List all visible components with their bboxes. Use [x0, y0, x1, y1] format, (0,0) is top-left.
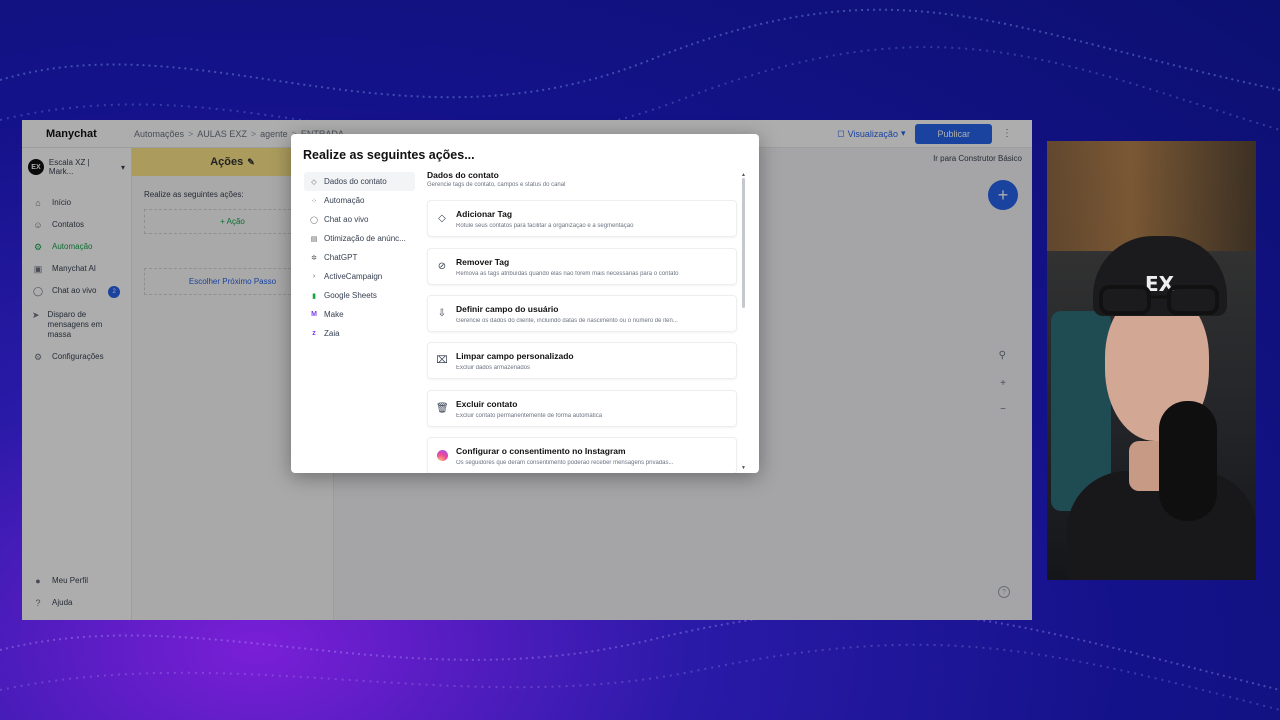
category-automacao[interactable]: ⁘ Automação	[304, 191, 415, 210]
action-definir-campo[interactable]: ⇩ Definir campo do usuário Gerencie os d…	[427, 295, 737, 332]
category-chat-ao-vivo[interactable]: ◯ Chat ao vivo	[304, 210, 415, 229]
field-icon: ⇩	[437, 308, 447, 319]
category-make[interactable]: M Make	[304, 305, 415, 324]
action-title: Excluir contato	[456, 399, 518, 409]
action-description: Rotule seus contatos para facilitar a or…	[456, 223, 634, 229]
section-title: Dados do contato	[427, 170, 499, 180]
clear-field-icon: ⌧	[436, 355, 448, 366]
action-description: Gerencie os dados do cliente, incluindo …	[456, 318, 678, 324]
trash-icon: 🗑	[436, 403, 449, 414]
action-picker-modal: Realize as seguintes ações... ◇ Dados do…	[291, 134, 759, 473]
tag-icon: ◇	[311, 178, 317, 186]
modal-title: Realize as seguintes ações...	[303, 148, 475, 162]
section-subtitle: Gerencie tags de contato, campos e statu…	[427, 182, 566, 188]
category-chatgpt[interactable]: ✲ ChatGPT	[304, 248, 415, 267]
category-list: ◇ Dados do contato ⁘ Automação ◯ Chat ao…	[304, 172, 415, 343]
microphone	[1159, 401, 1217, 521]
category-label: Dados do contato	[324, 177, 387, 186]
category-label: ChatGPT	[324, 253, 358, 262]
action-title: Configurar o consentimento no Instagram	[456, 446, 626, 456]
category-zaia[interactable]: z Zaia	[304, 324, 415, 343]
action-title: Adicionar Tag	[456, 209, 513, 219]
category-label: Chat ao vivo	[324, 215, 369, 224]
glasses-icon	[1099, 285, 1219, 315]
category-label: Automação	[324, 196, 365, 205]
action-title: Remover Tag	[456, 257, 510, 267]
action-description: Excluir dados armazenados	[456, 365, 531, 371]
chat-icon: ◯	[310, 216, 318, 224]
zaia-icon: z	[312, 330, 316, 337]
category-label: Zaia	[324, 329, 340, 338]
action-remover-tag[interactable]: ⊘ Remover Tag Remova as tags atribuídas …	[427, 248, 737, 285]
chatgpt-icon: ✲	[311, 254, 317, 262]
action-limpar-campo[interactable]: ⌧ Limpar campo personalizado Excluir dad…	[427, 342, 737, 379]
scroll-down-arrow-icon[interactable]: ▼	[741, 465, 746, 471]
action-description: Excluir contato permanentemente de forma…	[456, 413, 603, 419]
category-label: Make	[324, 310, 344, 319]
activecampaign-icon: ›	[312, 273, 316, 280]
category-google-sheets[interactable]: ▮ Google Sheets	[304, 286, 415, 305]
action-excluir-contato[interactable]: 🗑 Excluir contato Excluir contato perman…	[427, 390, 737, 427]
category-label: Google Sheets	[324, 291, 377, 300]
action-consentimento-instagram[interactable]: Configurar o consentimento no Instagram …	[427, 437, 737, 473]
action-content: Dados do contato Gerencie tags de contat…	[427, 170, 739, 473]
automation-icon: ⁘	[311, 197, 317, 205]
ads-icon: ▤	[310, 235, 318, 243]
action-description: Remova as tags atribuídas quando elas nã…	[456, 271, 679, 277]
instagram-icon	[436, 450, 448, 464]
scrollbar-thumb[interactable]	[742, 178, 745, 308]
make-icon: M	[311, 311, 317, 318]
category-label: ActiveCampaign	[324, 272, 383, 281]
tag-remove-icon: ⊘	[437, 261, 447, 272]
sheets-icon: ▮	[312, 292, 316, 300]
action-title: Definir campo do usuário	[456, 304, 559, 314]
action-title: Limpar campo personalizado	[456, 351, 574, 361]
category-dados-do-contato[interactable]: ◇ Dados do contato	[304, 172, 415, 191]
category-label: Otimização de anúnc...	[324, 234, 406, 243]
action-adicionar-tag[interactable]: ◇ Adicionar Tag Rotule seus contatos par…	[427, 200, 737, 237]
webcam-overlay: EX	[1047, 141, 1256, 580]
category-otimizacao-anuncios[interactable]: ▤ Otimização de anúnc...	[304, 229, 415, 248]
category-activecampaign[interactable]: › ActiveCampaign	[304, 267, 415, 286]
tag-icon: ◇	[438, 213, 446, 224]
background-shelf	[1047, 141, 1256, 251]
action-description: Os seguidores que deram consentimento po…	[456, 460, 674, 466]
